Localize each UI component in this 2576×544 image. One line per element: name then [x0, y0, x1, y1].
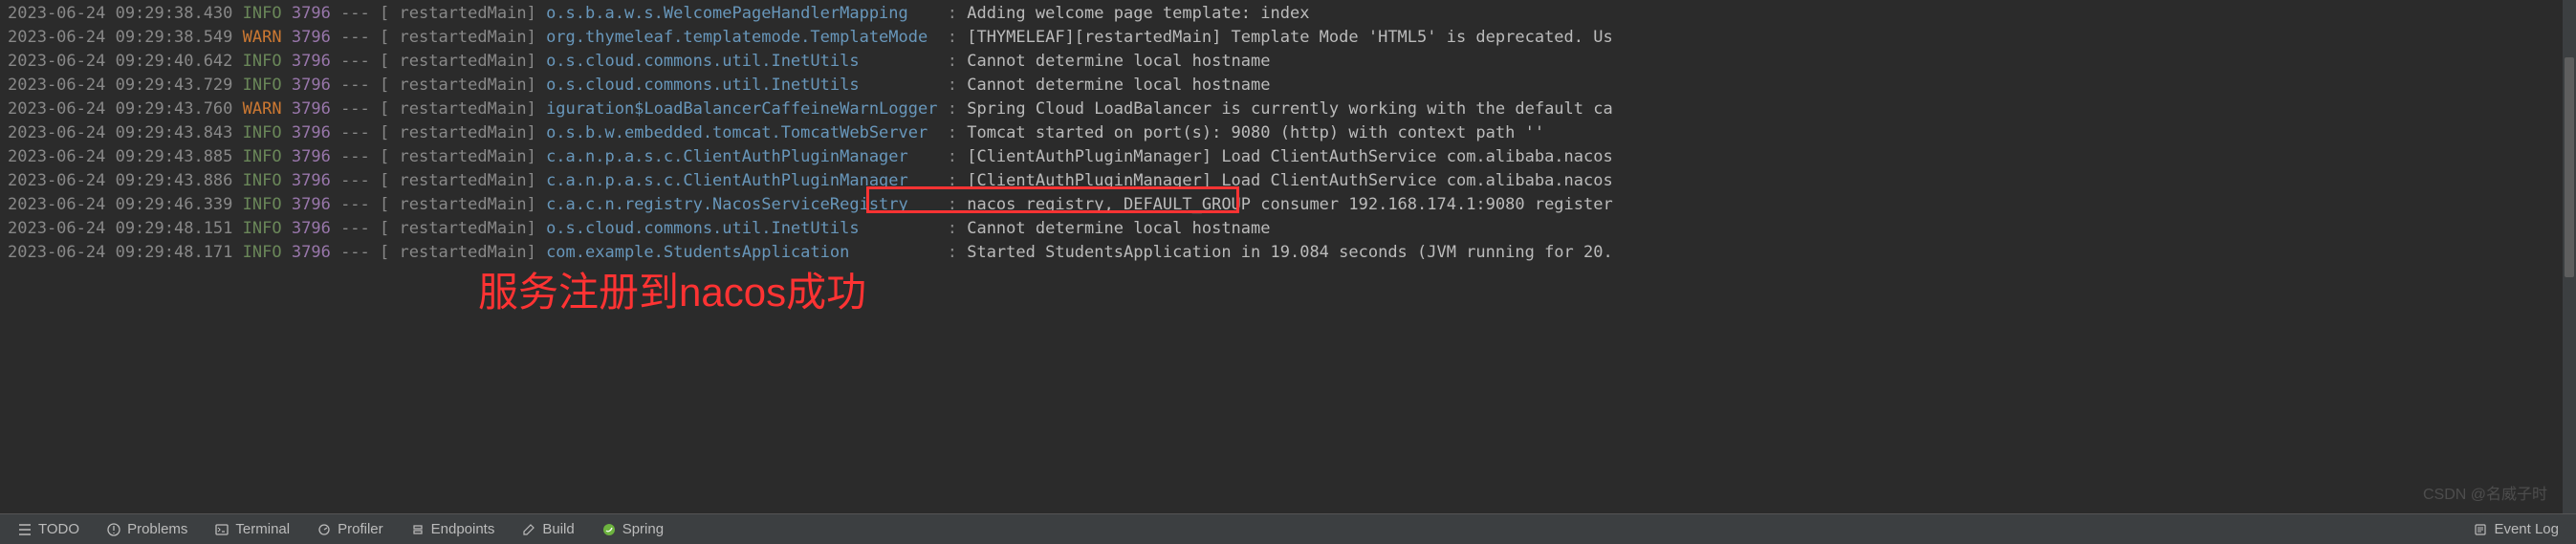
spring-button[interactable]: Spring: [588, 517, 677, 541]
profiler-label: Profiler: [338, 521, 383, 537]
terminal-icon: [214, 522, 229, 537]
log-line: 2023-06-24 09:29:43.885 INFO 3796 --- [ …: [8, 145, 2568, 169]
watermark: CSDN @名威子时: [2423, 481, 2547, 504]
todo-button[interactable]: TODO: [4, 517, 93, 541]
build-label: Build: [542, 521, 574, 537]
log-line: 2023-06-24 09:29:43.886 INFO 3796 --- [ …: [8, 169, 2568, 193]
eventlog-label: Event Log: [2494, 521, 2559, 537]
annotation-text: 服务注册到nacos成功: [478, 260, 866, 318]
build-icon: [521, 522, 536, 537]
log-line: 2023-06-24 09:29:38.549 WARN 3796 --- [ …: [8, 26, 2568, 50]
log-line: 2023-06-24 09:29:48.151 INFO 3796 --- [ …: [8, 217, 2568, 241]
log-line: 2023-06-24 09:29:43.843 INFO 3796 --- [ …: [8, 121, 2568, 145]
endpoints-icon: [410, 522, 426, 537]
endpoints-button[interactable]: Endpoints: [397, 517, 509, 541]
log-line: 2023-06-24 09:29:43.760 WARN 3796 --- [ …: [8, 98, 2568, 121]
terminal-label: Terminal: [235, 521, 290, 537]
eventlog-icon: [2473, 522, 2488, 537]
log-line: 2023-06-24 09:29:46.339 INFO 3796 --- [ …: [8, 193, 2568, 217]
bottom-toolbar: TODO Problems Terminal Profiler Endpoint…: [0, 513, 2576, 544]
build-button[interactable]: Build: [508, 517, 587, 541]
log-line: 2023-06-24 09:29:48.171 INFO 3796 --- [ …: [8, 241, 2568, 265]
log-line: 2023-06-24 09:29:40.642 INFO 3796 --- [ …: [8, 50, 2568, 74]
menu-icon: [17, 522, 33, 537]
todo-label: TODO: [38, 521, 79, 537]
warning-icon: [106, 522, 121, 537]
eventlog-button[interactable]: Event Log: [2459, 517, 2572, 541]
log-output: 2023-06-24 09:29:38.430 INFO 3796 --- [ …: [0, 0, 2576, 267]
log-line: 2023-06-24 09:29:43.729 INFO 3796 --- [ …: [8, 74, 2568, 98]
scrollbar-thumb[interactable]: [2565, 57, 2574, 277]
profiler-button[interactable]: Profiler: [303, 517, 397, 541]
problems-button[interactable]: Problems: [93, 517, 201, 541]
endpoints-label: Endpoints: [431, 521, 495, 537]
spring-label: Spring: [622, 521, 664, 537]
scrollbar-track[interactable]: [2563, 0, 2576, 513]
problems-label: Problems: [127, 521, 187, 537]
profiler-icon: [317, 522, 332, 537]
log-line: 2023-06-24 09:29:38.430 INFO 3796 --- [ …: [8, 2, 2568, 26]
spring-icon: [601, 522, 617, 537]
terminal-button[interactable]: Terminal: [201, 517, 303, 541]
